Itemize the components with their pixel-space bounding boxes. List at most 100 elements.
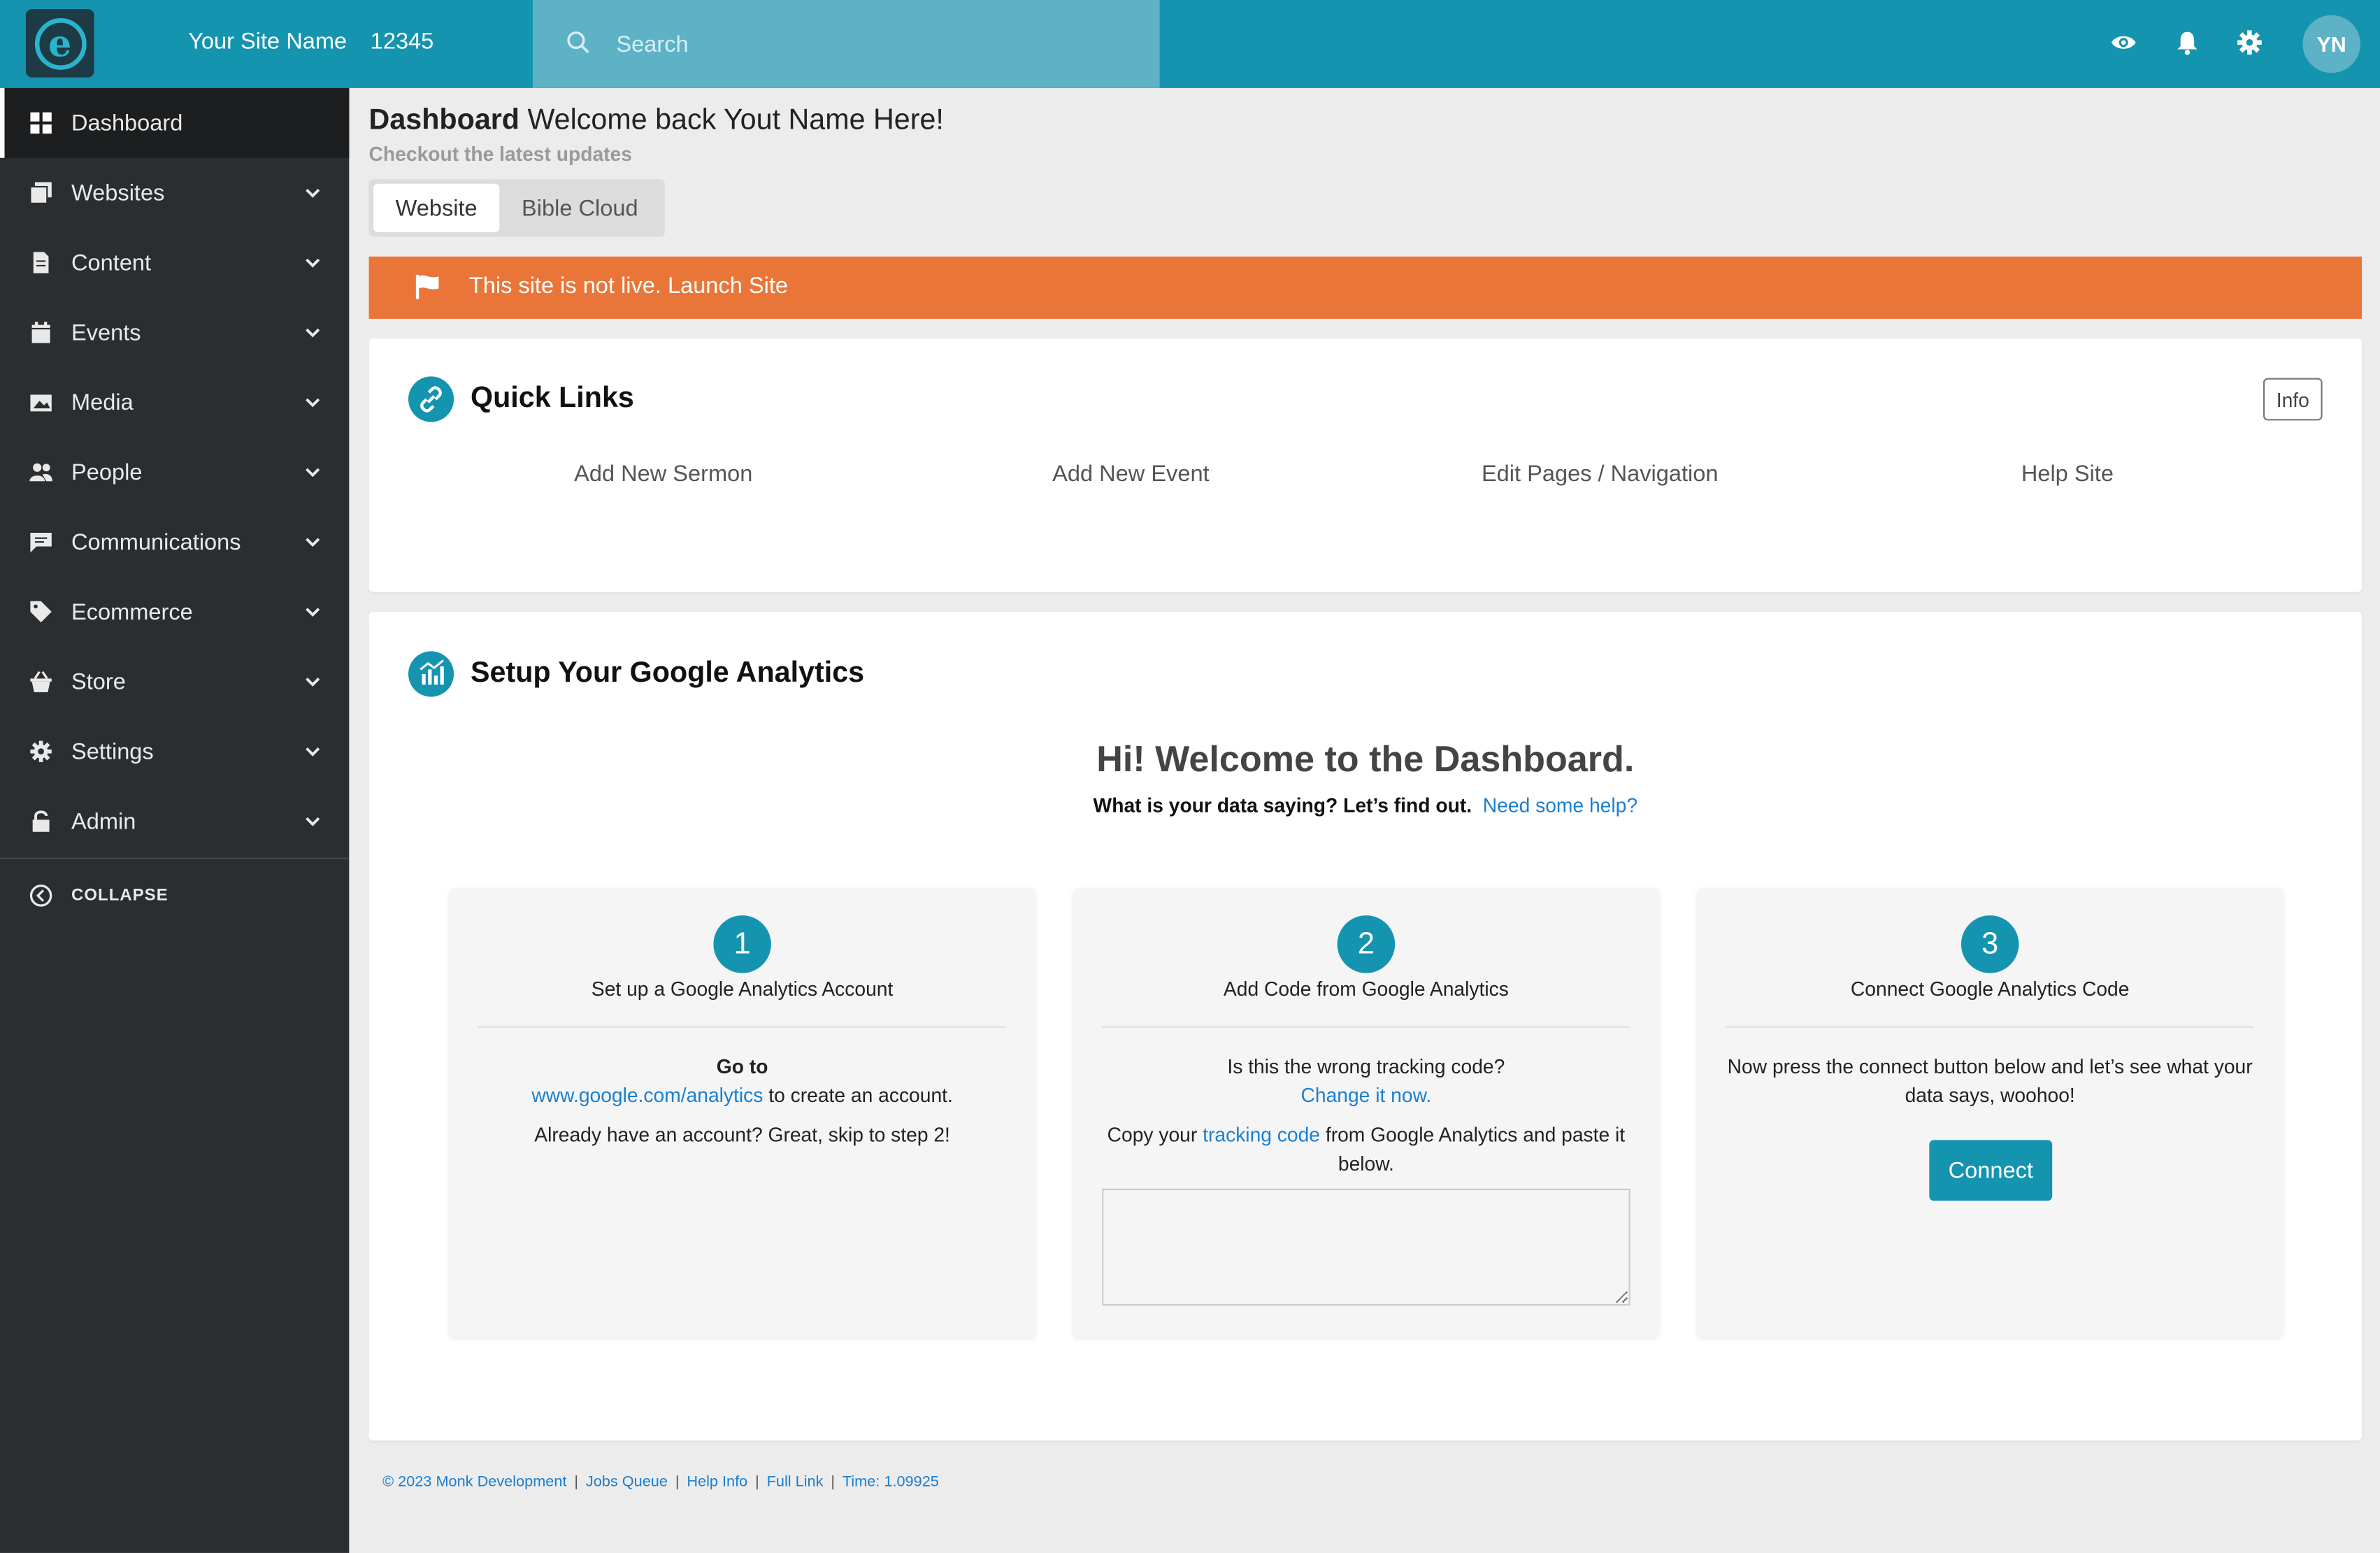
step-number: 1 xyxy=(713,915,771,973)
wrong-code-question: Is this the wrong tracking code? xyxy=(1227,1054,1505,1078)
sidebar-item-ecommerce[interactable]: Ecommerce xyxy=(0,577,349,647)
gear-icon[interactable] xyxy=(2236,29,2263,56)
site-name[interactable]: Your Site Name xyxy=(188,29,347,55)
step-text: to create an account. xyxy=(763,1084,953,1107)
welcome-subheading: What is your data saying? Let’s find out… xyxy=(369,794,2363,817)
chevron-down-icon xyxy=(306,328,320,338)
footer-copyright[interactable]: © 2023 Monk Development xyxy=(382,1474,566,1491)
quick-link-help-site[interactable]: Help Site xyxy=(1878,461,2258,487)
page-title: Dashboard Welcome back Yout Name Here! xyxy=(369,105,944,138)
sidebar-item-label: Settings xyxy=(71,738,154,765)
tracking-code-textarea[interactable] xyxy=(1102,1188,1630,1306)
search-icon xyxy=(567,31,589,54)
google-analytics-link[interactable]: www.google.com/analytics xyxy=(531,1084,763,1107)
footer-time: Time: 1.09925 xyxy=(842,1474,939,1491)
footer-full-link[interactable]: Full Link xyxy=(767,1474,824,1491)
user-avatar[interactable]: YN xyxy=(2302,15,2360,73)
step-body: Go to www.google.com/analytics to create… xyxy=(471,1052,1014,1160)
sidebar-item-label: Events xyxy=(71,319,141,345)
chevron-down-icon xyxy=(306,398,320,408)
logo-icon: e xyxy=(34,17,86,69)
step-body: Is this the wrong tracking code? Change … xyxy=(1094,1052,1637,1189)
sidebar-item-label: Dashboard xyxy=(71,110,183,136)
go-to-label: Go to xyxy=(716,1054,768,1078)
sidebar-item-label: Admin xyxy=(71,808,136,834)
sidebar-divider xyxy=(0,857,350,859)
chat-icon xyxy=(30,533,52,553)
welcome-question: What is your data saying? Let’s find out… xyxy=(1093,794,1472,817)
lock-icon xyxy=(32,810,50,832)
site-not-live-alert[interactable]: This site is not live. Launch Site xyxy=(368,256,2363,319)
sidebar-item-dashboard[interactable]: Dashboard xyxy=(0,87,350,158)
sidebar-item-label: Ecommerce xyxy=(71,599,193,625)
connect-button[interactable]: Connect xyxy=(1929,1140,2053,1201)
page-subtitle: Checkout the latest updates xyxy=(368,143,632,166)
analytics-icon xyxy=(408,651,454,697)
link-icon xyxy=(408,376,454,422)
tracking-code-link[interactable]: tracking code xyxy=(1203,1124,1320,1147)
footer-help-info[interactable]: Help Info xyxy=(687,1474,747,1491)
chevron-down-icon xyxy=(306,817,320,826)
sidebar-item-websites[interactable]: Websites xyxy=(0,158,349,228)
sidebar-item-label: Media xyxy=(71,389,134,415)
sidebar-item-label: Content xyxy=(71,250,152,276)
step-divider xyxy=(1726,1026,2254,1028)
step-3-card: 3 Connect Google Analytics Code Now pres… xyxy=(1697,888,2284,1338)
chevron-down-icon xyxy=(306,468,320,478)
collapse-icon xyxy=(29,885,52,907)
step-title: Add Code from Google Analytics xyxy=(1223,978,1509,1001)
sidebar-item-events[interactable]: Events xyxy=(0,298,349,368)
page-title-bold: Dashboard xyxy=(368,104,520,137)
welcome-heading: Hi! Welcome to the Dashboard. xyxy=(1096,739,1635,780)
site-id: 12345 xyxy=(370,29,434,55)
quick-link-add-event[interactable]: Add New Event xyxy=(941,461,1321,487)
tab-bible-cloud[interactable]: Bible Cloud xyxy=(504,184,656,232)
step-divider xyxy=(1102,1026,1630,1028)
step-title: Set up a Google Analytics Account xyxy=(591,978,894,1001)
sidebar: Dashboard Websites Content Events Media … xyxy=(0,87,350,1553)
document-icon xyxy=(33,252,49,273)
chevron-down-icon xyxy=(306,608,320,617)
connect-instructions: Now press the connect button below and l… xyxy=(1727,1054,2253,1107)
footer-jobs-queue[interactable]: Jobs Queue xyxy=(586,1474,668,1491)
dashboard-icon xyxy=(30,112,52,134)
sidebar-item-people[interactable]: People xyxy=(0,437,349,507)
need-help-link[interactable]: Need some help? xyxy=(1483,794,1637,817)
info-button[interactable]: Info xyxy=(2263,378,2323,421)
app-logo[interactable]: e xyxy=(25,9,94,78)
sidebar-item-settings[interactable]: Settings xyxy=(0,717,349,787)
basket-icon xyxy=(30,671,52,692)
search-input[interactable] xyxy=(613,24,1130,64)
alert-text: This site is not live. Launch Site xyxy=(468,273,788,299)
quick-link-add-sermon[interactable]: Add New Sermon xyxy=(473,461,853,487)
sidebar-item-store[interactable]: Store xyxy=(0,647,349,717)
tab-bar: Website Bible Cloud xyxy=(368,179,665,237)
sidebar-item-media[interactable]: Media xyxy=(0,367,349,437)
sidebar-item-label: Communications xyxy=(71,529,241,555)
footer: © 2023 Monk Development | Jobs Queue | Help … xyxy=(382,1474,939,1491)
step-divider xyxy=(478,1026,1007,1028)
sidebar-item-admin[interactable]: Admin xyxy=(0,787,349,857)
collapse-button[interactable]: COLLAPSE xyxy=(0,865,349,926)
top-bar: e Your Site Name 12345 YN xyxy=(0,0,2380,88)
step-2-card: 2 Add Code from Google Analytics Is this… xyxy=(1073,888,1659,1338)
websites-icon xyxy=(29,182,52,204)
collapse-label: COLLAPSE xyxy=(71,886,169,905)
quick-link-edit-pages[interactable]: Edit Pages / Navigation xyxy=(1410,461,1790,487)
calendar-icon xyxy=(31,322,50,343)
sidebar-item-communications[interactable]: Communications xyxy=(0,507,349,577)
bell-icon[interactable] xyxy=(2174,29,2201,56)
tab-website[interactable]: Website xyxy=(373,183,500,233)
page-title-rest: Welcome back Yout Name Here! xyxy=(527,104,944,137)
step-number: 3 xyxy=(1960,915,2019,973)
copy-text-post: from Google Analytics and paste it below… xyxy=(1320,1123,1626,1175)
step-1-card: 1 Set up a Google Analytics Account Go t… xyxy=(449,888,1035,1338)
change-code-link[interactable]: Change it now. xyxy=(1301,1084,1432,1107)
app-canvas: e Your Site Name 12345 YN xyxy=(0,0,2380,1553)
sidebar-item-label: Store xyxy=(71,668,126,695)
sidebar-item-content[interactable]: Content xyxy=(0,228,349,298)
sidebar-item-label: People xyxy=(71,459,143,485)
eye-icon[interactable] xyxy=(2110,29,2137,56)
chevron-down-icon xyxy=(306,188,320,198)
chevron-down-icon xyxy=(306,678,320,687)
